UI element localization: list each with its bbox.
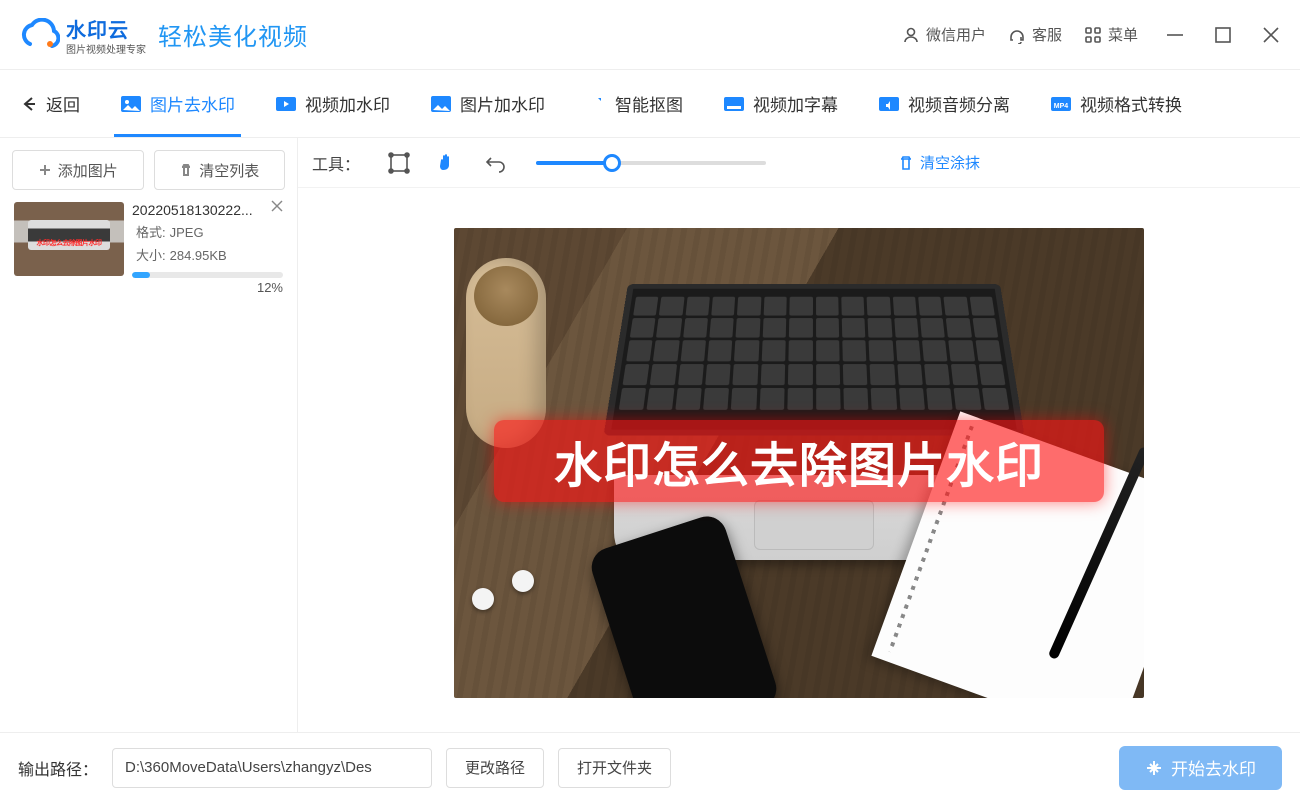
progress-bar <box>132 272 283 278</box>
clear-brush-label: 清空涂抹 <box>920 152 980 173</box>
audio-icon <box>878 94 900 114</box>
open-folder-button[interactable]: 打开文件夹 <box>558 748 671 788</box>
tab-label: 视频格式转换 <box>1080 91 1182 116</box>
earbuds <box>466 562 606 622</box>
add-image-button[interactable]: 添加图片 <box>12 150 144 190</box>
footer: 输出路径： 更改路径 打开文件夹 开始去水印 <box>0 732 1300 802</box>
rect-select-icon <box>388 152 410 174</box>
undo-icon <box>484 152 506 174</box>
undo-tool[interactable] <box>482 150 508 176</box>
preview-image[interactable]: 水印怎么去除图片水印 <box>454 228 1144 698</box>
title-bar: 水印云 图片视频处理专家 轻松美化视频 微信用户 客服 菜单 <box>0 0 1300 70</box>
output-path-label: 输出路径： <box>18 756 98 780</box>
image-plus-icon <box>430 94 452 114</box>
tab-label: 图片去水印 <box>150 91 235 116</box>
list-item[interactable]: 水印怎么去除图片水印 20220518130222... 格式:JPEG 大小:… <box>12 200 285 297</box>
canvas-area: 工具： 清空涂抹 <box>298 138 1300 732</box>
toolbar: 工具： 清空涂抹 <box>298 138 1300 188</box>
magic-icon <box>585 94 607 114</box>
headset-icon <box>1008 26 1026 44</box>
wechat-user-label: 微信用户 <box>926 24 986 45</box>
start-button[interactable]: 开始去水印 <box>1119 746 1282 790</box>
format-row: 格式:JPEG <box>132 222 283 241</box>
tab-image-remove-watermark[interactable]: 图片去水印 <box>120 70 235 137</box>
menu-button[interactable]: 菜单 <box>1084 24 1138 45</box>
tools-label: 工具： <box>312 151 360 175</box>
brush-size-slider[interactable] <box>536 161 766 165</box>
mp4-icon: MP4 <box>1050 94 1072 114</box>
tab-video-add-watermark[interactable]: 视频加水印 <box>275 70 390 137</box>
tab-image-add-watermark[interactable]: 图片加水印 <box>430 70 545 137</box>
hand-brush-icon <box>436 152 458 174</box>
menu-label: 菜单 <box>1108 24 1138 45</box>
image-icon <box>120 94 142 114</box>
video-icon <box>275 94 297 114</box>
clear-list-button[interactable]: 清空列表 <box>154 150 286 190</box>
trash-icon <box>179 163 193 177</box>
clear-list-label: 清空列表 <box>199 160 259 181</box>
tab-label: 智能抠图 <box>615 91 683 116</box>
size-row: 大小:284.95KB <box>132 245 283 264</box>
brush-tool[interactable] <box>434 150 460 176</box>
brand-subtitle: 图片视频处理专家 <box>66 41 146 56</box>
minimize-button[interactable] <box>1164 24 1186 46</box>
add-image-label: 添加图片 <box>58 160 118 181</box>
trash-icon <box>898 155 914 171</box>
output-path-input[interactable] <box>112 748 432 788</box>
tab-smart-cutout[interactable]: 智能抠图 <box>585 70 683 137</box>
support-button[interactable]: 客服 <box>1008 24 1062 45</box>
sparkle-icon <box>1145 759 1163 777</box>
filename: 20220518130222... <box>132 202 283 218</box>
brand-name: 水印云 <box>66 20 129 42</box>
maximize-button[interactable] <box>1212 24 1234 46</box>
grid-icon <box>1084 26 1102 44</box>
thumbnail: 水印怎么去除图片水印 <box>14 202 124 276</box>
tab-video-subtitle[interactable]: 视频加字幕 <box>723 70 838 137</box>
back-label: 返回 <box>46 91 80 116</box>
remove-item-button[interactable] <box>269 198 285 214</box>
arrow-left-icon <box>18 94 38 114</box>
tab-label: 视频加字幕 <box>753 91 838 116</box>
subtitle-icon <box>723 94 745 114</box>
tab-label: 图片加水印 <box>460 91 545 116</box>
cloud-logo-icon <box>18 18 60 52</box>
tab-video-convert[interactable]: MP4 视频格式转换 <box>1050 70 1182 137</box>
thumbnail-watermark-text: 水印怎么去除图片水印 <box>16 238 122 248</box>
tab-label: 视频音频分离 <box>908 91 1010 116</box>
watermark-overlay[interactable]: 水印怎么去除图片水印 <box>494 420 1104 502</box>
rect-select-tool[interactable] <box>386 150 412 176</box>
tab-audio-separate[interactable]: 视频音频分离 <box>878 70 1010 137</box>
user-icon <box>902 26 920 44</box>
wechat-user-button[interactable]: 微信用户 <box>902 24 986 45</box>
app-logo: 水印云 图片视频处理专家 <box>18 14 146 56</box>
tab-bar: 返回 图片去水印 视频加水印 图片加水印 智能抠图 视频加字幕 视频音频分离 M… <box>0 70 1300 138</box>
progress-percent: 12% <box>132 280 283 295</box>
support-label: 客服 <box>1032 24 1062 45</box>
start-label: 开始去水印 <box>1171 755 1256 780</box>
slogan: 轻松美化视频 <box>158 17 308 52</box>
clear-brush-button[interactable]: 清空涂抹 <box>898 152 980 173</box>
svg-text:MP4: MP4 <box>1054 103 1069 110</box>
stage: 水印怎么去除图片水印 <box>298 188 1300 732</box>
tab-label: 视频加水印 <box>305 91 390 116</box>
plus-icon <box>38 163 52 177</box>
change-path-button[interactable]: 更改路径 <box>446 748 544 788</box>
sidebar: 添加图片 清空列表 水印怎么去除图片水印 20220518130222... 格… <box>0 138 298 732</box>
back-button[interactable]: 返回 <box>18 91 80 116</box>
close-button[interactable] <box>1260 24 1282 46</box>
